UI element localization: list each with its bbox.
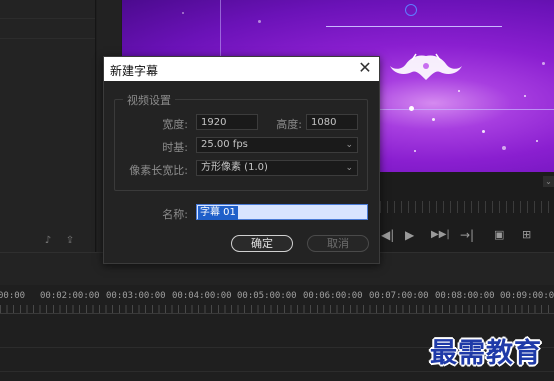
name-value: 字幕 01 — [198, 206, 238, 220]
panel-divider — [0, 18, 95, 19]
ornament-graphic — [390, 53, 462, 80]
play-icon[interactable]: ▶ — [405, 228, 414, 242]
timebase-label: 时基: — [162, 141, 188, 154]
ok-button[interactable]: 确定 — [231, 235, 293, 252]
timeline-ruler-baseline — [0, 313, 554, 314]
go-to-out-icon[interactable]: →| — [460, 228, 474, 242]
sparkle — [414, 150, 416, 152]
timecode-tick: 00:06:00:00 — [303, 291, 363, 301]
audio-icon[interactable]: ♪ — [42, 236, 54, 246]
timebase-value: 25.00 fps — [201, 139, 248, 150]
name-label: 名称: — [162, 208, 188, 221]
timecode-tick: 00:02:00:00 — [40, 291, 100, 301]
anchor-point-icon[interactable] — [409, 106, 414, 111]
sparkle — [524, 95, 526, 97]
pixel-aspect-select[interactable]: 方形像素 (1.0) ⌄ — [196, 160, 358, 176]
safe-area-guide — [380, 109, 554, 110]
sparkle — [502, 146, 506, 150]
title-guide-line — [326, 26, 502, 27]
export-icon[interactable]: ⇪ — [64, 236, 76, 246]
timecode-tick: 00:03:00:00 — [106, 291, 166, 301]
sparkle — [482, 130, 485, 133]
width-label: 宽度: — [162, 118, 188, 131]
sparkle — [182, 12, 184, 14]
compare-icon[interactable]: ⊞ — [522, 228, 531, 241]
watermark-logo: 最需教育 — [430, 338, 542, 369]
height-label: 高度: — [276, 118, 302, 131]
close-icon[interactable]: ✕ — [357, 59, 373, 77]
group-title: 视频设置 — [123, 92, 175, 108]
height-field[interactable] — [306, 114, 358, 130]
timecode-tick: 00:08:00:00 — [435, 291, 495, 301]
step-back-icon[interactable]: ◀| — [381, 228, 394, 242]
export-frame-icon[interactable]: ▣ — [494, 228, 504, 241]
panel-divider — [0, 38, 95, 39]
cancel-button[interactable]: 取消 — [307, 235, 369, 252]
anchor-target-icon[interactable] — [405, 4, 417, 16]
dialog-title: 新建字幕 — [110, 64, 159, 78]
timecode-tick: 00:09:00:00 — [500, 291, 554, 301]
width-field[interactable] — [196, 114, 258, 130]
sparkle — [542, 62, 545, 65]
monitor-scrub-ruler[interactable] — [380, 201, 554, 213]
chevron-down-icon: ⌄ — [345, 163, 353, 173]
timecode-tick: 00:07:00:00 — [369, 291, 429, 301]
chevron-down-icon: ⌄ — [345, 140, 353, 150]
timecode-tick: 00:04:00:00 — [172, 291, 232, 301]
project-panel: ♪ ⇪ — [0, 0, 96, 252]
new-title-dialog: 新建字幕 ✕ 视频设置 宽度: 高度: 时基: 25.00 fps ⌄ 像素长宽… — [103, 56, 380, 264]
timecode-tick: 00:05:00:00 — [237, 291, 297, 301]
monitor-menu-icon[interactable]: ⌄ — [543, 176, 554, 187]
step-forward-icon[interactable]: ▶▶| — [431, 229, 450, 240]
timebase-select[interactable]: 25.00 fps ⌄ — [196, 137, 358, 153]
pixel-aspect-value: 方形像素 (1.0) — [201, 162, 268, 173]
track-divider — [0, 371, 554, 372]
name-field[interactable]: 字幕 01 — [196, 204, 368, 220]
pixel-aspect-label: 像素长宽比: — [129, 164, 188, 177]
sparkle — [536, 140, 538, 142]
dialog-titlebar[interactable]: 新建字幕 ✕ — [104, 57, 379, 81]
timecode-tick: 00:00 — [0, 291, 26, 301]
sparkle — [432, 118, 435, 121]
timeline-ruler[interactable] — [0, 305, 554, 313]
sparkle — [258, 20, 261, 23]
sparkle — [458, 90, 460, 92]
